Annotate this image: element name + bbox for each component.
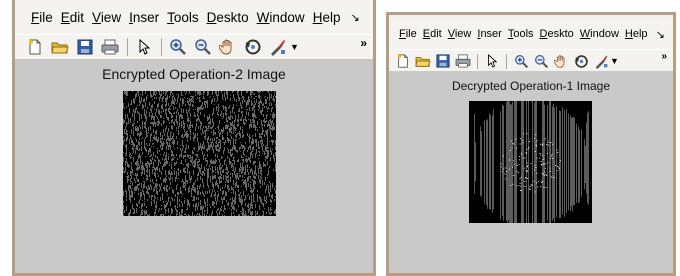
- toolbar-overflow-icon[interactable]: »: [661, 51, 667, 62]
- zoom-in-icon[interactable]: [168, 37, 188, 57]
- pointer-icon[interactable]: [134, 37, 154, 57]
- menu-window[interactable]: Window: [257, 10, 305, 25]
- dock-arrow-icon[interactable]: ↘: [350, 11, 359, 24]
- new-file-icon[interactable]: [25, 37, 45, 57]
- figure-window-decrypted: File Edit View Inser Tools Deskto Window…: [386, 12, 676, 276]
- pointer-icon[interactable]: [484, 52, 500, 70]
- figure-window-encrypted: File Edit View Inser Tools Deskto Window…: [12, 0, 376, 276]
- toolbar-separator: [127, 38, 128, 56]
- zoom-out-icon[interactable]: [533, 52, 549, 70]
- open-folder-icon[interactable]: [50, 37, 70, 57]
- menu-view[interactable]: View: [448, 28, 472, 40]
- figure-canvas: Decrypted Operation-1 Image: [389, 71, 673, 273]
- menu-tools[interactable]: Tools: [508, 28, 534, 40]
- decrypted-image: [469, 101, 592, 223]
- pan-hand-icon[interactable]: [218, 37, 238, 57]
- screen: File Edit View Inser Tools Deskto Window…: [0, 0, 680, 276]
- menu-file[interactable]: File: [399, 28, 417, 40]
- menu-edit[interactable]: Edit: [423, 28, 442, 40]
- data-cursor-icon[interactable]: [268, 37, 288, 57]
- menu-edit[interactable]: Edit: [61, 10, 84, 25]
- chevron-down-icon[interactable]: ▼: [290, 42, 299, 52]
- rotate-3d-icon[interactable]: [573, 52, 589, 70]
- data-cursor-icon[interactable]: [593, 52, 609, 70]
- open-folder-icon[interactable]: [415, 52, 431, 70]
- save-icon[interactable]: [75, 37, 95, 57]
- image-title: Decrypted Operation-1 Image: [451, 79, 611, 93]
- menu-desktop[interactable]: Deskto: [540, 28, 574, 40]
- pan-hand-icon[interactable]: [553, 52, 569, 70]
- print-icon[interactable]: [455, 52, 471, 70]
- toolbar-separator: [161, 38, 162, 56]
- toolbar-separator: [477, 53, 478, 69]
- zoom-out-icon[interactable]: [193, 37, 213, 57]
- print-icon[interactable]: [100, 37, 120, 57]
- toolbar-separator: [506, 53, 507, 69]
- menu-help[interactable]: Help: [313, 10, 341, 25]
- menu-help[interactable]: Help: [625, 28, 648, 40]
- menu-tools[interactable]: Tools: [167, 10, 199, 25]
- chevron-down-icon[interactable]: ▼: [610, 56, 619, 66]
- rotate-3d-icon[interactable]: [243, 37, 263, 57]
- dock-arrow-icon[interactable]: ↘: [656, 28, 665, 41]
- menu-insert[interactable]: Inser: [477, 28, 501, 40]
- noise-pattern: [123, 91, 276, 216]
- menu-insert[interactable]: Inser: [129, 10, 159, 25]
- zoom-in-icon[interactable]: [513, 52, 529, 70]
- image-title: Encrypted Operation-2 Image: [102, 66, 286, 82]
- figure-canvas: Encrypted Operation-2 Image: [15, 60, 373, 273]
- new-file-icon[interactable]: [395, 52, 411, 70]
- save-icon[interactable]: [435, 52, 451, 70]
- figure-toolbar: ▼ »: [389, 49, 673, 73]
- toolbar-overflow-icon[interactable]: »: [360, 36, 367, 50]
- menu-bar: File Edit View Inser Tools Deskto Window…: [389, 19, 673, 49]
- stripe-pattern: [474, 101, 589, 223]
- figure-toolbar: ▼ »: [15, 34, 373, 60]
- menu-file[interactable]: File: [31, 10, 53, 25]
- encrypted-image: [123, 91, 276, 216]
- menu-bar: File Edit View Inser Tools Deskto Window…: [15, 0, 373, 34]
- menu-desktop[interactable]: Deskto: [207, 10, 249, 25]
- menu-window[interactable]: Window: [580, 28, 619, 40]
- menu-view[interactable]: View: [92, 10, 121, 25]
